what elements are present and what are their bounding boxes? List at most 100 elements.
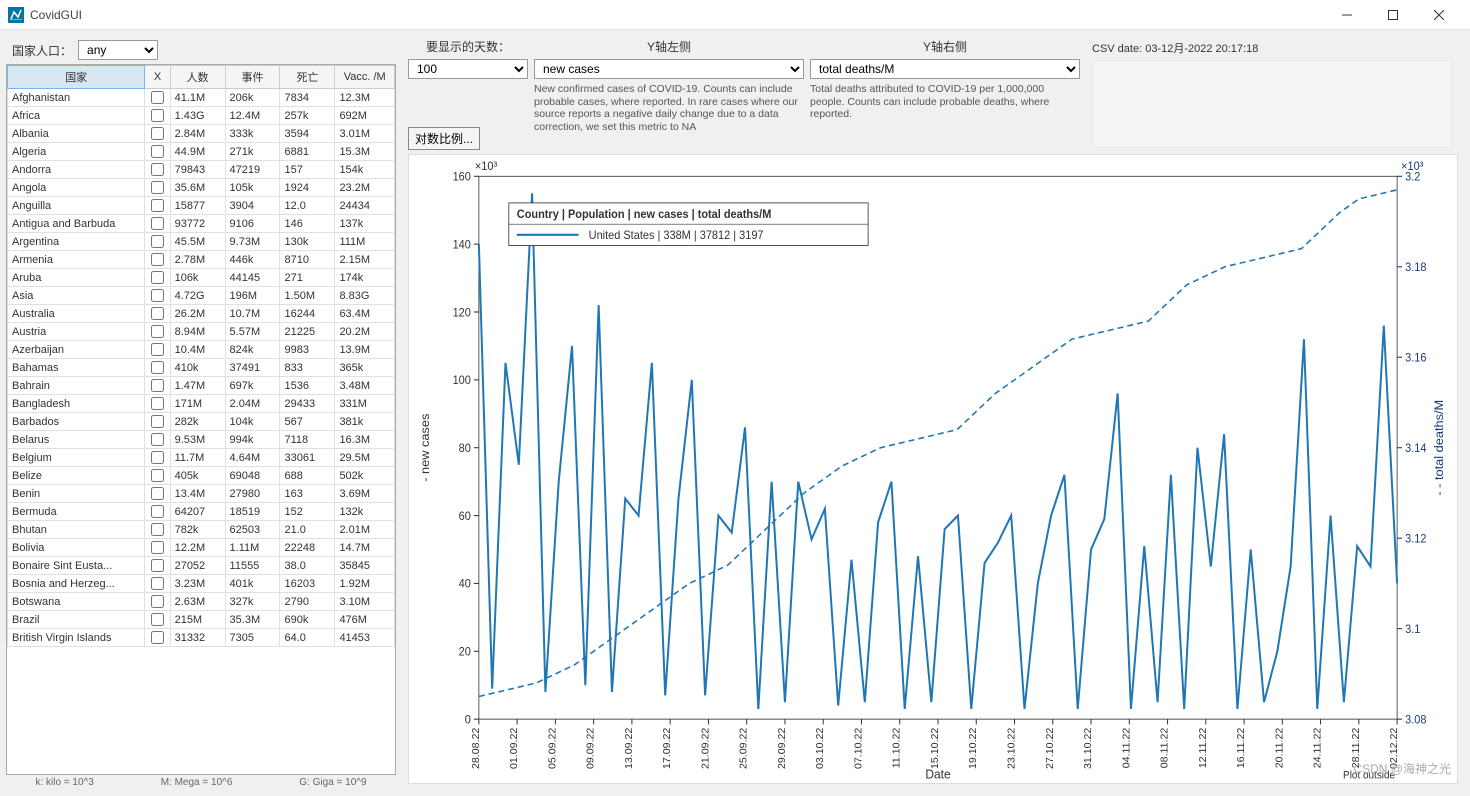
table-row[interactable]: Bahrain1.47M697k15363.48M: [8, 377, 395, 395]
col-deaths[interactable]: 死亡: [280, 66, 335, 89]
table-row[interactable]: Armenia2.78M446k87102.15M: [8, 251, 395, 269]
title-bar: CovidGUI: [0, 0, 1470, 30]
svg-text:×10³: ×10³: [475, 161, 497, 173]
watermark: CSDN @海神之光: [1353, 760, 1451, 777]
table-row[interactable]: Belgium11.7M4.64M3306129.5M: [8, 449, 395, 467]
table-row[interactable]: Bosnia and Herzeg...3.23M401k162031.92M: [8, 575, 395, 593]
table-row[interactable]: Albania2.84M333k35943.01M: [8, 125, 395, 143]
right-axis-select[interactable]: total deaths/M: [810, 59, 1080, 79]
col-pop[interactable]: 人数: [170, 66, 225, 89]
chart-area: 020406080100120140160×10³3.083.13.123.14…: [408, 154, 1458, 784]
left-axis-select[interactable]: new cases: [534, 59, 804, 79]
row-checkbox[interactable]: [151, 613, 164, 626]
table-row[interactable]: Africa1.43G12.4M257k692M: [8, 107, 395, 125]
svg-text:3.2: 3.2: [1405, 171, 1420, 183]
row-checkbox[interactable]: [151, 451, 164, 464]
row-checkbox[interactable]: [151, 253, 164, 266]
table-row[interactable]: Botswana2.63M327k27903.10M: [8, 593, 395, 611]
table-row[interactable]: Bhutan782k6250321.02.01M: [8, 521, 395, 539]
table-row[interactable]: Benin13.4M279801633.69M: [8, 485, 395, 503]
row-checkbox[interactable]: [151, 235, 164, 248]
table-row[interactable]: Bangladesh171M2.04M29433331M: [8, 395, 395, 413]
table-row[interactable]: Antigua and Barbuda937729106146137k: [8, 215, 395, 233]
row-checkbox[interactable]: [151, 217, 164, 230]
svg-text:04.11.22: 04.11.22: [1122, 727, 1133, 768]
col-country[interactable]: 国家: [8, 66, 145, 89]
svg-text:27.10.22: 27.10.22: [1045, 727, 1056, 769]
table-row[interactable]: Afghanistan41.1M206k783412.3M: [8, 89, 395, 107]
row-checkbox[interactable]: [151, 595, 164, 608]
row-checkbox[interactable]: [151, 487, 164, 500]
info-panel: [1092, 60, 1452, 148]
minimize-button[interactable]: [1324, 0, 1370, 30]
svg-text:3.1: 3.1: [1405, 624, 1420, 636]
row-checkbox[interactable]: [151, 433, 164, 446]
svg-text:- new cases: - new cases: [418, 414, 432, 482]
row-checkbox[interactable]: [151, 289, 164, 302]
svg-text:3.12: 3.12: [1405, 533, 1426, 545]
row-checkbox[interactable]: [151, 109, 164, 122]
svg-text:- - total deaths/M: - - total deaths/M: [1432, 400, 1446, 496]
left-axis-desc: New confirmed cases of COVID-19. Counts …: [534, 83, 804, 133]
table-row[interactable]: Azerbaijan10.4M824k998313.9M: [8, 341, 395, 359]
svg-text:80: 80: [459, 443, 471, 455]
svg-text:0: 0: [465, 714, 471, 726]
svg-text:12.11.22: 12.11.22: [1198, 727, 1209, 768]
days-select[interactable]: 100: [408, 59, 528, 79]
maximize-button[interactable]: [1370, 0, 1416, 30]
row-checkbox[interactable]: [151, 91, 164, 104]
table-row[interactable]: Asia4.72G196M1.50M8.83G: [8, 287, 395, 305]
row-checkbox[interactable]: [151, 559, 164, 572]
table-row[interactable]: Andorra7984347219157154k: [8, 161, 395, 179]
table-row[interactable]: Bolivia12.2M1.11M2224814.7M: [8, 539, 395, 557]
svg-text:3.08: 3.08: [1405, 714, 1426, 726]
row-checkbox[interactable]: [151, 163, 164, 176]
country-table[interactable]: 国家 X 人数 事件 死亡 Vacc. /M Afghanistan41.1M2…: [6, 64, 396, 775]
row-checkbox[interactable]: [151, 397, 164, 410]
col-vacc[interactable]: Vacc. /M: [335, 66, 395, 89]
table-row[interactable]: Bonaire Sint Eusta...270521155538.035845: [8, 557, 395, 575]
table-row[interactable]: Belize405k69048688502k: [8, 467, 395, 485]
table-row[interactable]: Algeria44.9M271k688115.3M: [8, 143, 395, 161]
col-events[interactable]: 事件: [225, 66, 280, 89]
left-panel: 国家人口： any 国家 X 人数 事件 死亡 Vacc. /M Afghani…: [6, 36, 396, 790]
row-checkbox[interactable]: [151, 505, 164, 518]
row-checkbox[interactable]: [151, 271, 164, 284]
row-checkbox[interactable]: [151, 541, 164, 554]
row-checkbox[interactable]: [151, 631, 164, 644]
table-row[interactable]: Barbados282k104k567381k: [8, 413, 395, 431]
table-row[interactable]: British Virgin Islands31332730564.041453: [8, 629, 395, 647]
table-row[interactable]: Australia26.2M10.7M1624463.4M: [8, 305, 395, 323]
row-checkbox[interactable]: [151, 199, 164, 212]
svg-text:16.11.22: 16.11.22: [1236, 727, 1247, 768]
row-checkbox[interactable]: [151, 361, 164, 374]
population-filter-select[interactable]: any: [78, 40, 158, 60]
svg-text:11.10.22: 11.10.22: [892, 727, 903, 768]
table-row[interactable]: Angola35.6M105k192423.2M: [8, 179, 395, 197]
row-checkbox[interactable]: [151, 577, 164, 590]
log-scale-button[interactable]: 对数比例...: [408, 127, 480, 150]
row-checkbox[interactable]: [151, 469, 164, 482]
table-row[interactable]: Anguilla15877390412.024434: [8, 197, 395, 215]
row-checkbox[interactable]: [151, 379, 164, 392]
col-x[interactable]: X: [145, 66, 170, 89]
row-checkbox[interactable]: [151, 325, 164, 338]
table-row[interactable]: Bahamas410k37491833365k: [8, 359, 395, 377]
row-checkbox[interactable]: [151, 307, 164, 320]
close-button[interactable]: [1416, 0, 1462, 30]
row-checkbox[interactable]: [151, 145, 164, 158]
row-checkbox[interactable]: [151, 415, 164, 428]
row-checkbox[interactable]: [151, 523, 164, 536]
row-checkbox[interactable]: [151, 181, 164, 194]
table-row[interactable]: Aruba106k44145271174k: [8, 269, 395, 287]
svg-text:3.14: 3.14: [1405, 443, 1426, 455]
row-checkbox[interactable]: [151, 127, 164, 140]
table-row[interactable]: Argentina45.5M9.73M130k111M: [8, 233, 395, 251]
table-row[interactable]: Belarus9.53M994k711816.3M: [8, 431, 395, 449]
table-row[interactable]: Bermuda6420718519152132k: [8, 503, 395, 521]
svg-text:3.18: 3.18: [1405, 262, 1426, 274]
table-row[interactable]: Austria8.94M5.57M2122520.2M: [8, 323, 395, 341]
table-row[interactable]: Brazil215M35.3M690k476M: [8, 611, 395, 629]
row-checkbox[interactable]: [151, 343, 164, 356]
days-label: 要显示的天数：: [408, 38, 528, 55]
